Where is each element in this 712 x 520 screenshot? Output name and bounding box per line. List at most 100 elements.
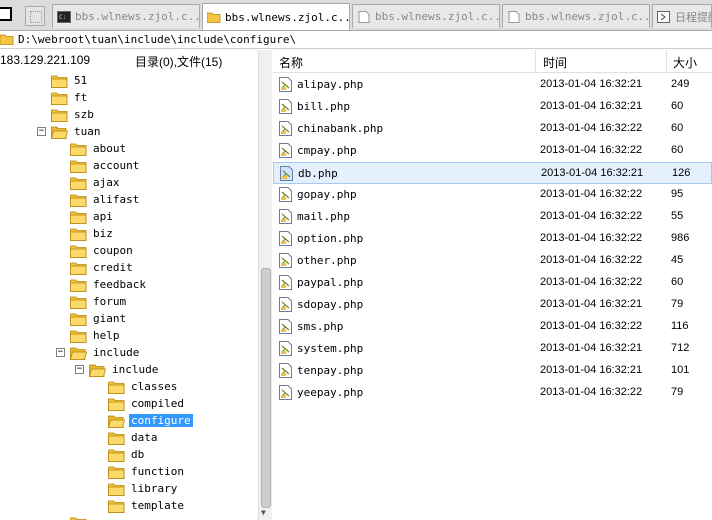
tree-collapse-toggle[interactable]: − [75, 365, 84, 374]
file-name: option.php [297, 232, 364, 245]
tree-node-label: account [93, 159, 140, 172]
calendar-icon [657, 10, 670, 23]
directory-tree: 51 ft szb − tuan about account ajax alifast api bi… [0, 70, 258, 520]
path-bar[interactable]: D:\webroot\tuan\include\include\configur… [0, 31, 712, 49]
file-name: mail.php [297, 210, 350, 223]
tree-node-szb[interactable]: szb [51, 106, 96, 123]
folder-icon [70, 517, 87, 520]
folder-icon [70, 211, 87, 224]
folder-open-icon [51, 126, 68, 139]
php-file-icon [279, 297, 292, 312]
tree-node-tuan[interactable]: tuan [51, 123, 103, 140]
file-row[interactable]: alipay.php 2013-01-04 16:32:21 249 [273, 74, 712, 96]
file-row[interactable]: gopay.php 2013-01-04 16:32:22 95 [273, 184, 712, 206]
tree-node-configure[interactable]: configure [108, 412, 193, 429]
item-count: 目录(0),文件(15) [135, 55, 223, 69]
tree-node-coupon[interactable]: coupon [70, 242, 135, 259]
file-name: system.php [297, 342, 364, 355]
tree-node-label: configure [129, 414, 193, 427]
scrollbar-thumb[interactable] [261, 268, 271, 508]
tree-node-51[interactable]: 51 [51, 72, 89, 89]
tree-collapse-toggle[interactable]: − [56, 348, 65, 357]
file-row[interactable]: system.php 2013-01-04 16:32:21 712 [273, 338, 712, 360]
file-modified-time: 2013-01-04 16:32:21 [541, 167, 644, 179]
tree-node-label: tuan [74, 125, 101, 138]
tab-1[interactable]: bbs.wlnews.zjol.c... [202, 3, 350, 30]
tab-4[interactable]: 日程提醒 [652, 4, 712, 28]
tree-node-label: function [131, 465, 184, 478]
tree-node-classes[interactable]: classes [108, 378, 179, 395]
tree-node-template[interactable]: template [108, 497, 186, 514]
folder-icon [51, 92, 68, 105]
column-header-time[interactable]: 时间 [543, 54, 567, 71]
file-modified-time: 2013-01-04 16:32:22 [540, 210, 643, 222]
file-modified-time: 2013-01-04 16:32:22 [540, 320, 643, 332]
tree-node-function[interactable]: function [108, 463, 186, 480]
tree-node-compiled[interactable]: compiled [108, 395, 186, 412]
tree-node-about[interactable]: about [70, 140, 128, 157]
tree-node-giant[interactable]: giant [70, 310, 128, 327]
tree-node-feedback[interactable]: feedback [70, 276, 148, 293]
php-file-icon [279, 143, 292, 158]
file-size: 60 [671, 144, 684, 156]
file-name: bill.php [297, 100, 350, 113]
file-row[interactable]: db.php 2013-01-04 16:32:21 126 [273, 162, 712, 184]
file-row[interactable]: sdopay.php 2013-01-04 16:32:21 79 [273, 294, 712, 316]
tree-node-ft[interactable]: ft [51, 89, 89, 106]
file-row[interactable]: sms.php 2013-01-04 16:32:22 116 [273, 316, 712, 338]
tree-node-credit[interactable]: credit [70, 259, 135, 276]
column-divider[interactable] [666, 50, 667, 72]
file-row[interactable]: yeepay.php 2013-01-04 16:32:22 79 [273, 382, 712, 404]
file-row[interactable]: mail.php 2013-01-04 16:32:22 55 [273, 206, 712, 228]
tree-node-ajax[interactable]: ajax [70, 174, 122, 191]
tree-node-include[interactable]: include [70, 344, 141, 361]
tree-node-api[interactable]: api [70, 208, 115, 225]
tab-label: bbs.wlnews.zjol.c... [75, 10, 200, 23]
tree-node-library[interactable]: library [108, 480, 179, 497]
tab-0[interactable]: C: bbs.wlnews.zjol.c... [52, 4, 200, 28]
file-size: 60 [671, 100, 684, 112]
file-row[interactable]: bill.php 2013-01-04 16:32:21 60 [273, 96, 712, 118]
file-row[interactable]: tenpay.php 2013-01-04 16:32:21 101 [273, 360, 712, 382]
window-edge-icon[interactable] [0, 7, 12, 21]
tab-3[interactable]: bbs.wlnews.zjol.c... [502, 4, 650, 28]
scroll-down-arrow-icon[interactable]: ▼ [261, 508, 266, 517]
folder-icon [108, 449, 125, 462]
file-name: cmpay.php [297, 144, 357, 157]
tree-node-db[interactable]: db [108, 446, 146, 463]
tree-node-forum[interactable]: forum [70, 293, 128, 310]
file-modified-time: 2013-01-04 16:32:21 [540, 78, 643, 90]
file-name: paypal.php [297, 276, 364, 289]
tree-collapse-toggle[interactable]: − [37, 127, 46, 136]
file-modified-time: 2013-01-04 16:32:22 [540, 276, 643, 288]
tree-node-label: feedback [93, 278, 146, 291]
file-modified-time: 2013-01-04 16:32:22 [540, 122, 643, 134]
php-file-icon [279, 77, 292, 92]
file-row[interactable]: option.php 2013-01-04 16:32:22 986 [273, 228, 712, 250]
php-file-icon [279, 363, 292, 378]
column-divider[interactable] [535, 50, 536, 72]
tree-node-label: db [131, 448, 145, 461]
tree-node-alifast[interactable]: alifast [70, 191, 141, 208]
tree-node-data[interactable]: data [108, 429, 160, 446]
column-header-name[interactable]: 名称 [279, 54, 303, 71]
folder-icon [70, 194, 87, 207]
file-row[interactable]: other.php 2013-01-04 16:32:22 45 [273, 250, 712, 272]
tree-node-account[interactable]: account [70, 157, 141, 174]
file-size: 249 [671, 78, 690, 90]
php-file-icon [279, 99, 292, 114]
new-tab-button[interactable] [25, 6, 45, 26]
file-size: 116 [671, 320, 689, 332]
tree-node-partial[interactable] [70, 514, 91, 520]
tree-node-biz[interactable]: biz [70, 225, 115, 242]
file-row[interactable]: chinabank.php 2013-01-04 16:32:22 60 [273, 118, 712, 140]
file-row[interactable]: cmpay.php 2013-01-04 16:32:22 60 [273, 140, 712, 162]
file-name: sdopay.php [297, 298, 364, 311]
column-header-size[interactable]: 大小 [673, 54, 697, 71]
tree-scrollbar[interactable]: ▼ [258, 50, 272, 520]
tree-node-help[interactable]: help [70, 327, 122, 344]
folder-icon [70, 262, 87, 275]
file-row[interactable]: paypal.php 2013-01-04 16:32:22 60 [273, 272, 712, 294]
tab-2[interactable]: bbs.wlnews.zjol.c... [352, 4, 500, 28]
tree-node-include[interactable]: include [89, 361, 160, 378]
